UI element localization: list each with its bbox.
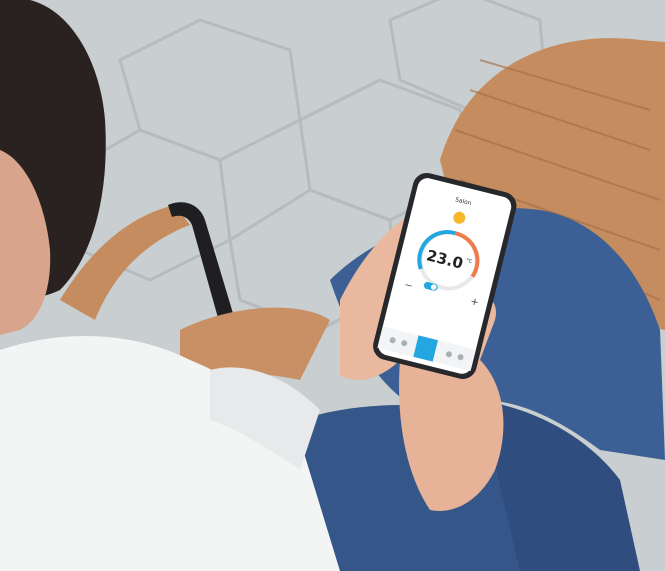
photo-scene: Salon 23.0 °C − + <box>0 0 665 571</box>
outdoor-photo: Salon 23.0 °C − + <box>0 0 665 571</box>
